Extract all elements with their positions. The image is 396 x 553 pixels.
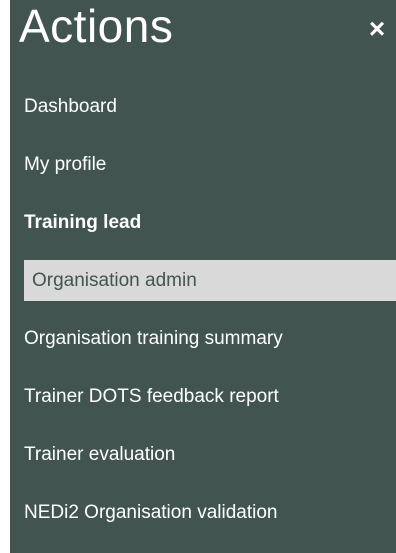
menu-item-organisation-admin[interactable]: Organisation admin (24, 260, 396, 301)
menu-item-nedi2-organisation-validation[interactable]: NEDi2 Organisation validation (10, 492, 396, 533)
menu-item-trainer-evaluation[interactable]: Trainer evaluation (10, 434, 396, 475)
menu-item-my-profile[interactable]: My profile (10, 144, 396, 185)
menu-item-trainer-dots-feedback-report[interactable]: Trainer DOTS feedback report (10, 376, 396, 417)
actions-menu: Dashboard My profile Training lead Organ… (10, 86, 396, 550)
menu-section-training-lead: Training lead (24, 212, 142, 233)
actions-panel: Actions × Dashboard My profile Training … (10, 0, 396, 553)
menu-item-organisation-training-summary[interactable]: Organisation training summary (10, 318, 396, 359)
panel-title: Actions (19, 0, 174, 52)
menu-item-dashboard[interactable]: Dashboard (10, 86, 396, 127)
close-icon[interactable]: × (362, 14, 392, 44)
